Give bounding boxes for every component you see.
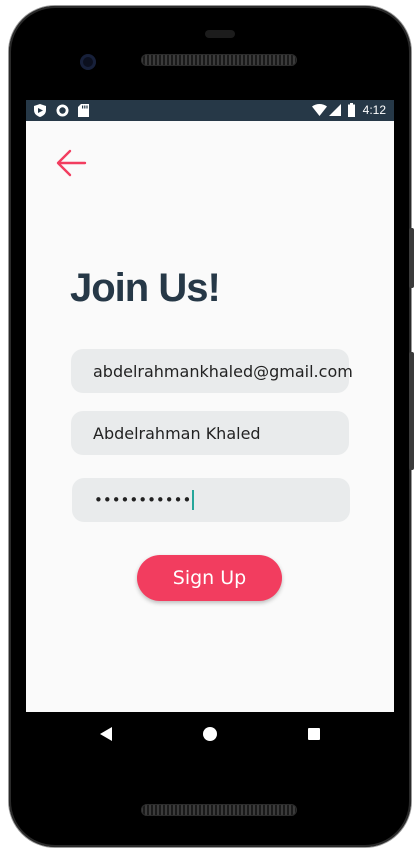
password-field[interactable]: ••••••••••• — [72, 478, 350, 522]
text-cursor — [192, 490, 195, 510]
name-field-value: Abdelrahman Khaled — [93, 423, 261, 443]
arrow-left-icon — [56, 149, 87, 177]
email-field[interactable]: abdelrahmankhaled@gmail.com — [71, 349, 353, 393]
power-button — [409, 228, 414, 288]
password-field-value: ••••••••••• — [94, 491, 192, 509]
volume-button — [409, 352, 414, 470]
app-screen: 4:12 Join Us! abdelrahmankhaled@gmail.co… — [26, 100, 394, 712]
sd-card-icon — [78, 104, 89, 117]
sign-up-button[interactable]: Sign Up — [137, 555, 282, 601]
play-protect-icon — [34, 104, 46, 117]
status-bar: 4:12 — [26, 100, 394, 121]
nav-home-icon[interactable] — [203, 727, 217, 741]
back-button[interactable] — [54, 148, 88, 178]
name-field[interactable]: Abdelrahman Khaled — [71, 411, 349, 455]
earpiece — [205, 30, 235, 38]
navigation-bar — [26, 712, 394, 756]
bottom-speaker-grille — [141, 804, 297, 816]
nav-back-icon[interactable] — [100, 727, 112, 741]
status-time: 4:12 — [362, 103, 386, 117]
wifi-icon — [312, 104, 327, 116]
battery-icon — [348, 103, 355, 117]
page-title: Join Us! — [70, 266, 221, 310]
sync-circle-icon — [56, 104, 69, 117]
signal-icon — [329, 104, 341, 116]
top-speaker-grille — [141, 54, 297, 66]
nav-recents-icon[interactable] — [308, 728, 320, 740]
front-camera — [80, 54, 96, 70]
email-field-value: abdelrahmankhaled@gmail.com — [93, 361, 353, 381]
